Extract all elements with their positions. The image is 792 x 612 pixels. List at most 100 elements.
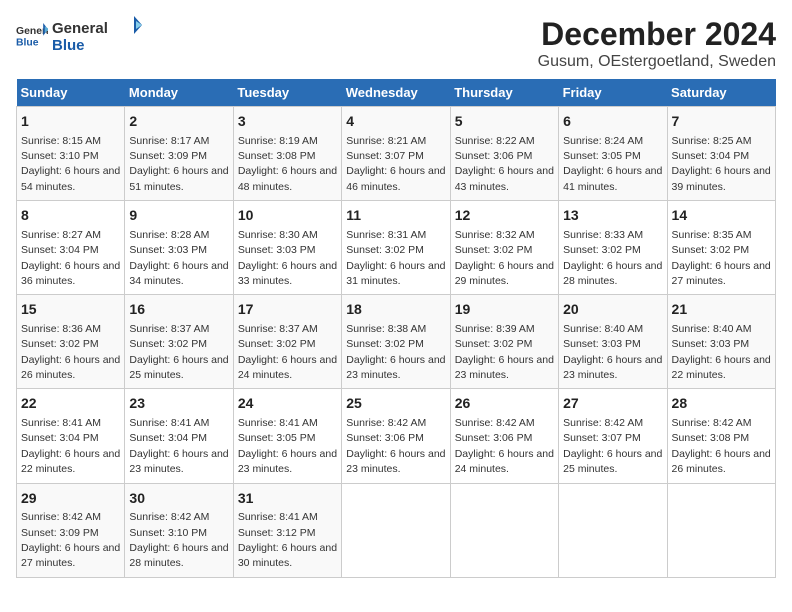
sunrise: Sunrise: 8:41 AM (21, 417, 101, 429)
sunrise: Sunrise: 8:42 AM (346, 417, 426, 429)
header-cell-friday: Friday (559, 79, 667, 107)
daylight: Daylight: 6 hours and 23 minutes. (238, 448, 337, 475)
sunrise: Sunrise: 8:41 AM (238, 417, 318, 429)
day-cell: 16 Sunrise: 8:37 AM Sunset: 3:02 PM Dayl… (125, 295, 233, 389)
sunset: Sunset: 3:02 PM (346, 338, 424, 350)
day-cell: 18 Sunrise: 8:38 AM Sunset: 3:02 PM Dayl… (342, 295, 450, 389)
sunset: Sunset: 3:10 PM (21, 150, 99, 162)
header: General Blue General Blue December 2024 … (16, 16, 776, 71)
sunset: Sunset: 3:09 PM (129, 150, 207, 162)
daylight: Daylight: 6 hours and 46 minutes. (346, 165, 445, 192)
logo: General Blue General Blue (16, 16, 142, 54)
daylight: Daylight: 6 hours and 22 minutes. (21, 448, 120, 475)
day-cell: 29 Sunrise: 8:42 AM Sunset: 3:09 PM Dayl… (17, 483, 125, 577)
day-number: 31 (238, 489, 337, 509)
sunrise: Sunrise: 8:36 AM (21, 323, 101, 335)
day-cell: 28 Sunrise: 8:42 AM Sunset: 3:08 PM Dayl… (667, 389, 775, 483)
sunset: Sunset: 3:06 PM (455, 432, 533, 444)
logo-svg: General Blue (52, 16, 142, 54)
sunset: Sunset: 3:05 PM (238, 432, 316, 444)
sunset: Sunset: 3:02 PM (563, 244, 641, 256)
sunset: Sunset: 3:03 PM (238, 244, 316, 256)
day-cell: 9 Sunrise: 8:28 AM Sunset: 3:03 PM Dayli… (125, 201, 233, 295)
sunrise: Sunrise: 8:40 AM (672, 323, 752, 335)
daylight: Daylight: 6 hours and 33 minutes. (238, 260, 337, 287)
day-number: 22 (21, 394, 120, 414)
day-cell: 14 Sunrise: 8:35 AM Sunset: 3:02 PM Dayl… (667, 201, 775, 295)
daylight: Daylight: 6 hours and 43 minutes. (455, 165, 554, 192)
day-cell: 13 Sunrise: 8:33 AM Sunset: 3:02 PM Dayl… (559, 201, 667, 295)
daylight: Daylight: 6 hours and 48 minutes. (238, 165, 337, 192)
day-cell: 15 Sunrise: 8:36 AM Sunset: 3:02 PM Dayl… (17, 295, 125, 389)
day-cell: 7 Sunrise: 8:25 AM Sunset: 3:04 PM Dayli… (667, 107, 775, 201)
daylight: Daylight: 6 hours and 28 minutes. (129, 542, 228, 569)
daylight: Daylight: 6 hours and 34 minutes. (129, 260, 228, 287)
calendar-table: SundayMondayTuesdayWednesdayThursdayFrid… (16, 79, 776, 578)
subtitle: Gusum, OEstergoetland, Sweden (538, 53, 776, 71)
day-cell: 20 Sunrise: 8:40 AM Sunset: 3:03 PM Dayl… (559, 295, 667, 389)
calendar-header-row: SundayMondayTuesdayWednesdayThursdayFrid… (17, 79, 776, 107)
sunrise: Sunrise: 8:31 AM (346, 229, 426, 241)
day-cell: 27 Sunrise: 8:42 AM Sunset: 3:07 PM Dayl… (559, 389, 667, 483)
day-number: 9 (129, 206, 228, 226)
header-cell-thursday: Thursday (450, 79, 558, 107)
daylight: Daylight: 6 hours and 24 minutes. (455, 448, 554, 475)
week-row-4: 22 Sunrise: 8:41 AM Sunset: 3:04 PM Dayl… (17, 389, 776, 483)
day-number: 30 (129, 489, 228, 509)
day-number: 28 (672, 394, 771, 414)
sunrise: Sunrise: 8:27 AM (21, 229, 101, 241)
sunrise: Sunrise: 8:38 AM (346, 323, 426, 335)
sunrise: Sunrise: 8:28 AM (129, 229, 209, 241)
day-number: 27 (563, 394, 662, 414)
day-number: 26 (455, 394, 554, 414)
daylight: Daylight: 6 hours and 54 minutes. (21, 165, 120, 192)
sunset: Sunset: 3:03 PM (563, 338, 641, 350)
day-cell (559, 483, 667, 577)
svg-text:Blue: Blue (52, 37, 85, 54)
daylight: Daylight: 6 hours and 27 minutes. (672, 260, 771, 287)
title-area: December 2024 Gusum, OEstergoetland, Swe… (538, 16, 776, 71)
day-number: 18 (346, 300, 445, 320)
day-number: 29 (21, 489, 120, 509)
sunrise: Sunrise: 8:41 AM (129, 417, 209, 429)
day-number: 5 (455, 112, 554, 132)
header-cell-monday: Monday (125, 79, 233, 107)
sunset: Sunset: 3:04 PM (21, 432, 99, 444)
day-cell: 22 Sunrise: 8:41 AM Sunset: 3:04 PM Dayl… (17, 389, 125, 483)
sunrise: Sunrise: 8:39 AM (455, 323, 535, 335)
day-cell: 30 Sunrise: 8:42 AM Sunset: 3:10 PM Dayl… (125, 483, 233, 577)
day-number: 8 (21, 206, 120, 226)
day-number: 21 (672, 300, 771, 320)
sunrise: Sunrise: 8:42 AM (455, 417, 535, 429)
day-number: 1 (21, 112, 120, 132)
daylight: Daylight: 6 hours and 51 minutes. (129, 165, 228, 192)
day-number: 23 (129, 394, 228, 414)
sunrise: Sunrise: 8:30 AM (238, 229, 318, 241)
day-number: 3 (238, 112, 337, 132)
sunrise: Sunrise: 8:42 AM (21, 511, 101, 523)
sunset: Sunset: 3:04 PM (672, 150, 750, 162)
day-number: 15 (21, 300, 120, 320)
day-number: 4 (346, 112, 445, 132)
sunset: Sunset: 3:07 PM (563, 432, 641, 444)
daylight: Daylight: 6 hours and 22 minutes. (672, 354, 771, 381)
sunset: Sunset: 3:12 PM (238, 527, 316, 539)
sunrise: Sunrise: 8:42 AM (563, 417, 643, 429)
day-number: 2 (129, 112, 228, 132)
daylight: Daylight: 6 hours and 26 minutes. (21, 354, 120, 381)
sunrise: Sunrise: 8:37 AM (238, 323, 318, 335)
daylight: Daylight: 6 hours and 23 minutes. (346, 354, 445, 381)
week-row-3: 15 Sunrise: 8:36 AM Sunset: 3:02 PM Dayl… (17, 295, 776, 389)
day-number: 25 (346, 394, 445, 414)
sunrise: Sunrise: 8:24 AM (563, 135, 643, 147)
sunset: Sunset: 3:02 PM (238, 338, 316, 350)
daylight: Daylight: 6 hours and 41 minutes. (563, 165, 662, 192)
sunset: Sunset: 3:02 PM (672, 244, 750, 256)
sunset: Sunset: 3:02 PM (455, 244, 533, 256)
sunset: Sunset: 3:08 PM (672, 432, 750, 444)
day-number: 19 (455, 300, 554, 320)
logo-icon: General Blue (16, 21, 48, 49)
daylight: Daylight: 6 hours and 25 minutes. (563, 448, 662, 475)
day-number: 20 (563, 300, 662, 320)
sunset: Sunset: 3:05 PM (563, 150, 641, 162)
